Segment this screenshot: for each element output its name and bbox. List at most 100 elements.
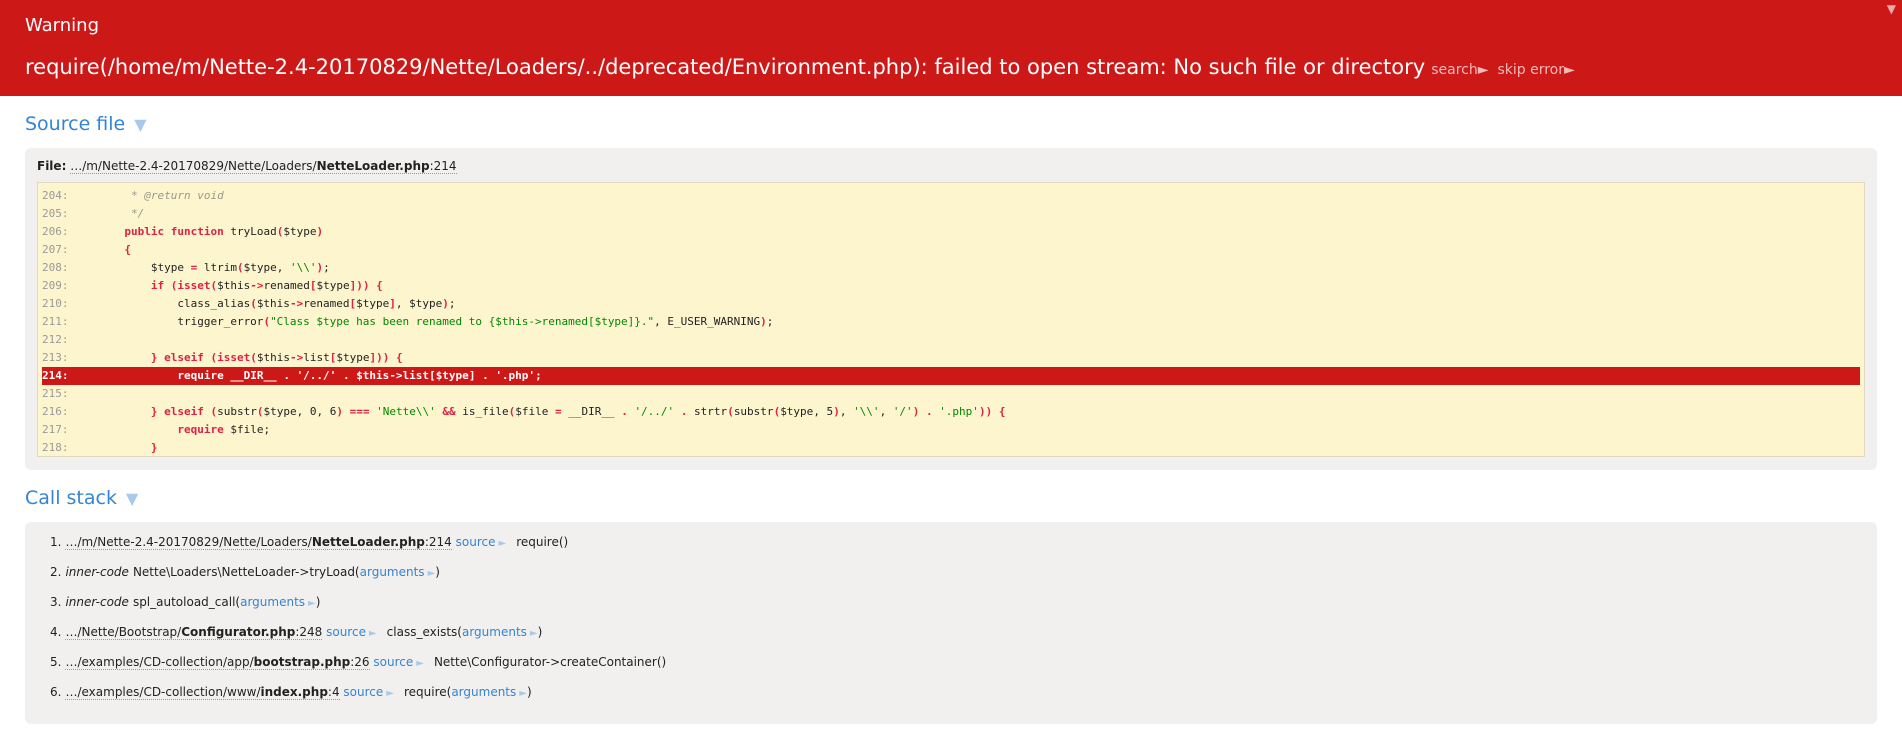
error-message: require(/home/m/Nette-2.4-20170829/Nette… xyxy=(25,55,1426,79)
code-line: 206: public function tryLoad($type) xyxy=(42,223,1860,241)
error-header: Warning require(/home/m/Nette-2.4-201708… xyxy=(0,0,1902,96)
error-message-row: require(/home/m/Nette-2.4-20170829/Nette… xyxy=(25,54,1877,83)
source-toggle-link[interactable]: source xyxy=(373,655,413,669)
function-close: ) xyxy=(435,565,440,579)
code-line: 210: class_alias($this->renamed[$type], … xyxy=(42,295,1860,313)
code-text: * @return void xyxy=(78,189,224,202)
stack-file-name: index.php xyxy=(260,685,328,699)
line-number: 210: xyxy=(42,297,69,310)
stack-file-name: bootstrap.php xyxy=(253,655,351,669)
stack-file-dir: …/Nette/Bootstrap/ xyxy=(65,625,182,639)
stack-file-dir: …/m/Nette-2.4-20170829/Nette/Loaders/ xyxy=(65,535,312,549)
arrow-right-icon: ► xyxy=(519,688,527,699)
code-line: 205: */ xyxy=(42,205,1860,223)
collapse-toggle-icon[interactable]: ▼ xyxy=(1887,2,1896,16)
stack-file-line: :214 xyxy=(424,535,452,549)
arrow-right-icon: ► xyxy=(386,688,394,699)
line-number: 214: xyxy=(42,369,69,382)
stack-index: 6. xyxy=(50,685,62,699)
stack-file-dir: …/examples/CD-collection/www/ xyxy=(65,685,261,699)
inner-code-label: inner-code xyxy=(65,595,129,609)
code-text: if (isset($this->renamed[$type])) { xyxy=(150,279,383,292)
call-stack-item: 1. …/m/Nette-2.4-20170829/Nette/Loaders/N… xyxy=(50,534,1862,552)
arrow-right-icon: ► xyxy=(529,628,538,639)
stack-file-line: :26 xyxy=(350,655,370,669)
error-type: Warning xyxy=(25,15,100,36)
caret-down-icon: ▼ xyxy=(126,489,139,508)
stack-file-name: Configurator.php xyxy=(181,625,296,639)
call-stack-item: 6. …/examples/CD-collection/www/index.php… xyxy=(50,684,1862,702)
source-file-panel: File: …/m/Nette-2.4-20170829/Nette/Loade… xyxy=(25,148,1877,470)
code-line-error: 214: require __DIR__ . '/../' . $this->l… xyxy=(42,367,1860,385)
call-stack-item: 5. …/examples/CD-collection/app/bootstrap… xyxy=(50,654,1862,672)
line-number: 215: xyxy=(42,387,69,400)
file-path[interactable]: …/m/Nette-2.4-20170829/Nette/Loaders/Net… xyxy=(70,159,457,174)
stack-index: 5. xyxy=(50,655,62,669)
line-number: 213: xyxy=(42,351,69,364)
stack-file-dir: …/examples/CD-collection/app/ xyxy=(65,655,254,669)
stack-file-path[interactable]: …/m/Nette-2.4-20170829/Nette/Loaders/Net… xyxy=(65,535,452,550)
call-stack-toggle[interactable]: Call stack ▼ xyxy=(25,485,1877,512)
code-line: 218: } xyxy=(42,439,1860,456)
stack-file-line: :248 xyxy=(295,625,323,639)
line-number: 206: xyxy=(42,225,69,238)
code-line: 211: trigger_error("Class $type has been… xyxy=(42,313,1860,331)
function-name: class_exists( xyxy=(386,625,462,639)
arguments-toggle-link[interactable]: arguments xyxy=(360,565,425,579)
stack-file-line: :4 xyxy=(327,685,340,699)
caret-down-icon: ▼ xyxy=(134,115,147,134)
stack-file-path[interactable]: …/examples/CD-collection/app/bootstrap.p… xyxy=(65,655,370,670)
source-toggle-link[interactable]: source xyxy=(343,685,383,699)
code-line: 212: xyxy=(42,331,1860,349)
call-stack-item: 2. inner-code Nette\Loaders\NetteLoader->t… xyxy=(50,564,1862,582)
stack-index: 1. xyxy=(50,535,62,549)
arrow-right-icon: ► xyxy=(498,538,507,549)
function-name: spl_autoload_call( xyxy=(132,595,241,609)
inner-code-label: inner-code xyxy=(65,565,129,579)
function-close: ) xyxy=(537,625,543,639)
line-number: 207: xyxy=(42,243,69,256)
file-label: File: xyxy=(37,159,67,173)
source-file-title: Source file xyxy=(25,113,126,135)
code-line: 216: } elseif (substr($type, 0, 6) === '… xyxy=(42,403,1860,421)
source-toggle-link[interactable]: source xyxy=(326,625,366,639)
code-line: 207: { xyxy=(42,241,1860,259)
code-line: 208: $type = ltrim($type, '\\'); xyxy=(42,259,1860,277)
stack-file-name: NetteLoader.php xyxy=(311,535,425,549)
call-stack-list: 1. …/m/Nette-2.4-20170829/Nette/Loaders/N… xyxy=(40,534,1862,702)
arrow-right-icon: ► xyxy=(368,628,377,639)
code-text: */ xyxy=(78,207,145,220)
arrow-right-icon: ► xyxy=(416,658,424,669)
source-file-toggle[interactable]: Source file ▼ xyxy=(25,111,1877,138)
line-number: 204: xyxy=(42,189,69,202)
call-stack-panel: 1. …/m/Nette-2.4-20170829/Nette/Loaders/N… xyxy=(25,522,1877,724)
call-stack-item: 4. …/Nette/Bootstrap/Configurator.php:248… xyxy=(50,624,1862,642)
file-line: File: …/m/Nette-2.4-20170829/Nette/Loade… xyxy=(37,159,1865,174)
search-link[interactable]: search► xyxy=(1431,62,1488,78)
code-line: 204: * @return void xyxy=(42,187,1860,205)
function-close: ) xyxy=(315,595,321,609)
stack-file-path[interactable]: …/Nette/Bootstrap/Configurator.php:248 xyxy=(65,625,323,640)
code-text: trigger_error("Class $type has been rena… xyxy=(78,315,774,328)
code-text: } elseif (isset($this->list[$type])) { xyxy=(150,351,403,364)
code-text: $type = ltrim($type, '\\'); xyxy=(150,261,330,274)
source-toggle-link[interactable]: source xyxy=(456,535,496,549)
function-name: Nette\Loaders\NetteLoader->tryLoad( xyxy=(132,565,360,579)
source-code: 204: * @return void 205: */206: public fu… xyxy=(37,182,1865,457)
stack-file-path[interactable]: …/examples/CD-collection/www/index.php:4 xyxy=(65,685,340,700)
arguments-toggle-link[interactable]: arguments xyxy=(451,685,516,699)
function-name: require() xyxy=(516,535,569,549)
skip-error-link[interactable]: skip error► xyxy=(1497,62,1574,78)
code-text: require $file; xyxy=(177,423,271,436)
arrow-right-icon: ► xyxy=(308,598,316,609)
arguments-toggle-link[interactable]: arguments xyxy=(462,625,527,639)
line-number: 208: xyxy=(42,261,69,274)
code-text: public function tryLoad($type) xyxy=(124,225,324,238)
file-dir: …/m/Nette-2.4-20170829/Nette/Loaders/ xyxy=(70,159,317,173)
stack-index: 3. xyxy=(50,595,62,609)
code-line: 213: } elseif (isset($this->list[$type])… xyxy=(42,349,1860,367)
call-stack-title: Call stack xyxy=(25,487,117,509)
arguments-toggle-link[interactable]: arguments xyxy=(240,595,305,609)
